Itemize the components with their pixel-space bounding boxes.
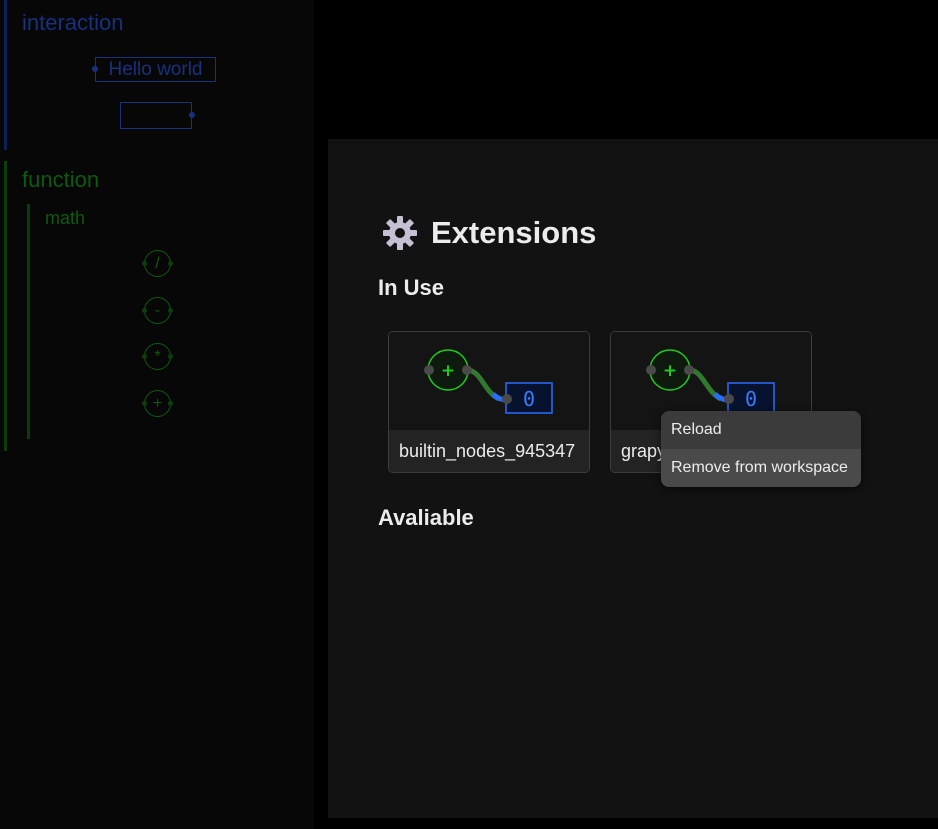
gear-icon	[383, 216, 417, 250]
node-port	[168, 354, 173, 359]
extension-thumbnail: + 0	[389, 332, 589, 430]
thumb-add-symbol: +	[663, 361, 677, 381]
category-bar-interaction	[4, 0, 7, 150]
node-port	[142, 308, 147, 313]
node-library-sidebar: interaction Hello world function math / …	[0, 0, 314, 829]
subcategory-bar-math	[27, 204, 30, 439]
node-multiply[interactable]: *	[142, 343, 173, 370]
category-bar-function	[4, 161, 7, 451]
node-divide[interactable]: /	[142, 250, 173, 277]
node-operator-label: *	[154, 348, 161, 365]
node-add[interactable]: +	[142, 390, 173, 417]
node-port	[189, 112, 195, 118]
section-title-in-use: In Use	[378, 275, 445, 300]
modal-title: Extensions	[431, 215, 597, 250]
node-port	[142, 401, 147, 406]
thumb-value: 0	[745, 387, 757, 411]
modal-header: Extensions	[382, 215, 596, 251]
node-subtract[interactable]: -	[142, 297, 173, 324]
node-hello-world[interactable]: Hello world	[92, 57, 216, 82]
menu-item-reload[interactable]: Reload	[661, 411, 861, 449]
extension-card[interactable]: + 0 builtin_nodes_945347	[388, 331, 590, 473]
category-title-interaction[interactable]: interaction	[22, 10, 124, 36]
node-label: Hello world	[108, 59, 203, 80]
extension-context-menu: Reload Remove from workspace	[661, 411, 861, 487]
menu-item-remove-from-workspace[interactable]: Remove from workspace	[661, 449, 861, 487]
node-operator-label: /	[155, 255, 160, 272]
node-port	[142, 354, 147, 359]
node-port	[168, 308, 173, 313]
section-title-available: Avaliable	[378, 505, 474, 530]
node-port	[142, 261, 147, 266]
node-port	[168, 261, 173, 266]
thumb-value: 0	[523, 387, 535, 411]
node-display[interactable]	[120, 102, 195, 129]
thumb-add-symbol: +	[441, 361, 455, 381]
subcategory-title-math[interactable]: math	[45, 208, 85, 229]
extension-name: builtin_nodes_945347	[389, 430, 589, 472]
category-title-function[interactable]: function	[22, 167, 99, 193]
node-port	[168, 401, 173, 406]
node-port	[92, 66, 98, 72]
node-operator-label: +	[152, 395, 163, 412]
node-operator-label: -	[154, 302, 161, 319]
